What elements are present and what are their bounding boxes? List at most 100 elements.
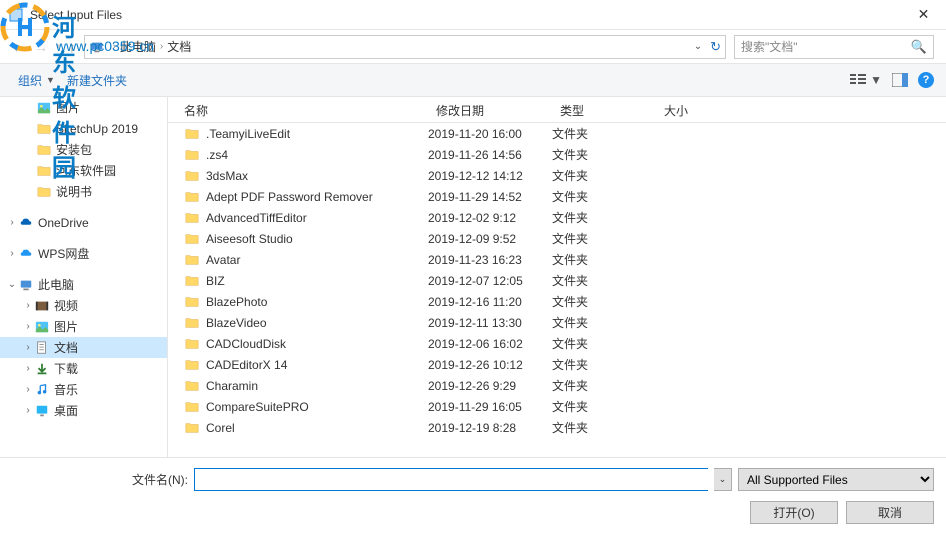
music-icon (34, 382, 50, 398)
file-date: 2019-12-09 9:52 (428, 232, 552, 246)
preview-button[interactable] (892, 73, 908, 87)
help-button[interactable]: ? (918, 72, 934, 88)
file-row[interactable]: BIZ2019-12-07 12:05文件夹 (168, 270, 946, 291)
file-row[interactable]: Corel2019-12-19 8:28文件夹 (168, 417, 946, 438)
breadcrumb-seg-0[interactable]: 此电脑 (120, 38, 156, 55)
filename-input[interactable] (194, 468, 708, 491)
recent-dropdown[interactable]: ▾ (56, 41, 61, 52)
file-date: 2019-12-19 8:28 (428, 421, 552, 435)
sidebar-item[interactable]: 河东软件园 (0, 160, 167, 181)
expand-icon[interactable]: › (6, 248, 18, 259)
folder-icon (184, 147, 200, 163)
sidebar-wps[interactable]: ›WPS网盘 (0, 243, 167, 264)
folder-icon (36, 184, 52, 200)
filetype-filter[interactable]: All Supported Files (738, 468, 934, 491)
sidebar: 图片 SketchUp 2019 安装包 河东软件园 说明书 ›OneDrive… (0, 97, 168, 457)
file-row[interactable]: Charamin2019-12-26 9:29文件夹 (168, 375, 946, 396)
sidebar-item[interactable]: 说明书 (0, 181, 167, 202)
search-input[interactable]: 搜索"文档" 🔍 (734, 35, 934, 59)
file-name: Charamin (206, 379, 258, 393)
nav-row: ← → ▾ ↑ › 此电脑 › 文档 ⌄ ↻ 搜索"文档" 🔍 (0, 30, 946, 63)
breadcrumb-seg-1[interactable]: 文档 (167, 38, 191, 55)
folder-icon (184, 336, 200, 352)
folder-icon (184, 357, 200, 373)
sidebar-item[interactable]: 安装包 (0, 139, 167, 160)
file-row[interactable]: Adept PDF Password Remover2019-11-29 14:… (168, 186, 946, 207)
breadcrumb[interactable]: › 此电脑 › 文档 ⌄ ↻ (84, 35, 726, 59)
sidebar-onedrive[interactable]: ›OneDrive (0, 212, 167, 233)
sidebar-item[interactable]: 图片 (0, 97, 167, 118)
file-date: 2019-12-07 12:05 (428, 274, 552, 288)
sidebar-item-pictures[interactable]: ›图片 (0, 316, 167, 337)
file-name: CADCloudDisk (206, 337, 286, 351)
collapse-icon[interactable]: ⌄ (6, 279, 18, 290)
open-button[interactable]: 打开(O) (750, 501, 838, 524)
folder-icon (184, 168, 200, 184)
col-type-header[interactable]: 类型 (552, 97, 656, 122)
folder-icon (184, 315, 200, 331)
up-button[interactable]: ↑ (69, 39, 76, 55)
nav-arrows: ← → ▾ ↑ (12, 39, 76, 55)
file-list: 名称 修改日期 类型 大小 .TeamyiLiveEdit2019-11-20 … (168, 97, 946, 457)
folder-icon (184, 126, 200, 142)
file-type: 文件夹 (552, 146, 656, 163)
folder-icon (36, 121, 52, 137)
titlebar: Select Input Files ✕ (0, 0, 946, 30)
col-date-header[interactable]: 修改日期 (428, 97, 552, 122)
new-folder-button[interactable]: 新建文件夹 (61, 68, 133, 93)
forward-button[interactable]: → (34, 39, 48, 55)
sidebar-item-documents[interactable]: ›文档 (0, 337, 167, 358)
file-date: 2019-12-26 10:12 (428, 358, 552, 372)
file-row[interactable]: .TeamyiLiveEdit2019-11-20 16:00文件夹 (168, 123, 946, 144)
folder-icon (36, 163, 52, 179)
cancel-button[interactable]: 取消 (846, 501, 934, 524)
file-name: Aiseesoft Studio (206, 232, 293, 246)
file-row[interactable]: AdvancedTiffEditor2019-12-02 9:12文件夹 (168, 207, 946, 228)
file-row[interactable]: Aiseesoft Studio2019-12-09 9:52文件夹 (168, 228, 946, 249)
file-row[interactable]: BlazePhoto2019-12-16 11:20文件夹 (168, 291, 946, 312)
sidebar-thispc[interactable]: ⌄此电脑 (0, 274, 167, 295)
sidebar-item-video[interactable]: ›视频 (0, 295, 167, 316)
back-button[interactable]: ← (12, 39, 26, 55)
close-button[interactable]: ✕ (901, 0, 946, 29)
pictures-icon (34, 319, 50, 335)
file-name: BIZ (206, 274, 225, 288)
file-date: 2019-11-29 14:52 (428, 190, 552, 204)
sidebar-item-music[interactable]: ›音乐 (0, 379, 167, 400)
sidebar-item[interactable]: SketchUp 2019 (0, 118, 167, 139)
folder-icon (184, 210, 200, 226)
refresh-button[interactable]: ↻ (710, 39, 721, 55)
breadcrumb-dropdown[interactable]: ⌄ (694, 41, 702, 52)
file-row[interactable]: 3dsMax2019-12-12 14:12文件夹 (168, 165, 946, 186)
app-icon (8, 7, 24, 23)
file-name: CompareSuitePRO (206, 400, 309, 414)
file-type: 文件夹 (552, 314, 656, 331)
file-row[interactable]: .zs42019-11-26 14:56文件夹 (168, 144, 946, 165)
wps-icon (18, 246, 34, 262)
file-date: 2019-11-29 16:05 (428, 400, 552, 414)
main-area: 图片 SketchUp 2019 安装包 河东软件园 说明书 ›OneDrive… (0, 97, 946, 457)
col-size-header[interactable]: 大小 (656, 97, 736, 122)
file-type: 文件夹 (552, 209, 656, 226)
file-name: Corel (206, 421, 235, 435)
file-row[interactable]: CADCloudDisk2019-12-06 16:02文件夹 (168, 333, 946, 354)
sidebar-item-downloads[interactable]: ›下载 (0, 358, 167, 379)
file-row[interactable]: BlazeVideo2019-12-11 13:30文件夹 (168, 312, 946, 333)
pc-icon (18, 277, 34, 293)
file-type: 文件夹 (552, 293, 656, 310)
view-button[interactable]: ▼ (850, 73, 882, 87)
expand-icon[interactable]: › (6, 217, 18, 228)
file-date: 2019-11-20 16:00 (428, 127, 552, 141)
filename-dropdown[interactable]: ⌄ (714, 468, 732, 491)
breadcrumb-sep: › (113, 41, 116, 52)
file-name: 3dsMax (206, 169, 248, 183)
col-name-header[interactable]: 名称 (168, 97, 428, 122)
file-row[interactable]: CompareSuitePRO2019-11-29 16:05文件夹 (168, 396, 946, 417)
file-date: 2019-12-26 9:29 (428, 379, 552, 393)
file-row[interactable]: CADEditorX 142019-12-26 10:12文件夹 (168, 354, 946, 375)
organize-button[interactable]: 组织▼ (12, 68, 61, 93)
file-list-body[interactable]: .TeamyiLiveEdit2019-11-20 16:00文件夹.zs420… (168, 123, 946, 457)
folder-icon (36, 142, 52, 158)
file-row[interactable]: Avatar2019-11-23 16:23文件夹 (168, 249, 946, 270)
sidebar-item-desktop[interactable]: ›桌面 (0, 400, 167, 421)
